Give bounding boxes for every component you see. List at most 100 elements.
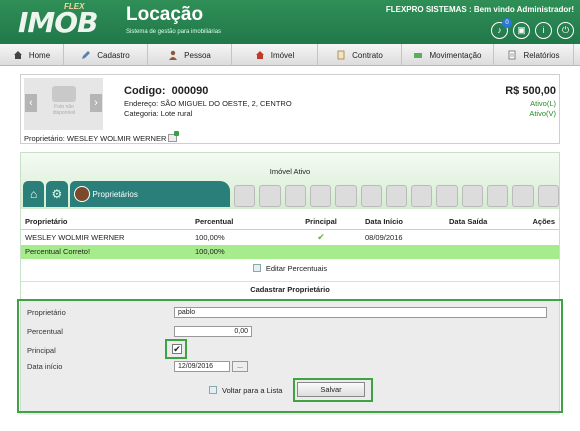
salvar-button[interactable]: Salvar [297,382,365,397]
principal-checkbox[interactable]: ✔ [172,344,182,354]
nav-item-movimentacao[interactable]: Movimentação [402,44,494,66]
nav-item-home[interactable]: Home [0,44,64,66]
data-inicio-label: Data início [27,362,63,371]
nav-item-pessoa[interactable]: Pessoa [148,44,232,66]
nav-item-imovel[interactable]: Imóvel [232,44,318,66]
list-icon [209,386,217,394]
house-icon [255,51,264,59]
header-icons: ♪ 0 ▣ i ⏻ [491,18,574,39]
camera-icon [52,86,76,102]
principal-label: Principal [27,346,56,355]
owners-table: Proprietário Percentual Principal Data I… [21,215,559,259]
tab-list[interactable] [385,185,408,207]
tab-label: Proprietários [92,189,138,199]
tab-settings[interactable]: ⚙ [46,181,68,207]
status-ativo-v: Ativo(V) [529,109,556,118]
no-photo-text: Foto não disponível [52,104,76,116]
info-icon[interactable]: i [535,22,552,39]
tab-search[interactable] [512,185,534,207]
logo: IMOB [18,6,98,39]
tab-contract[interactable] [259,185,281,207]
col-proprietario: Proprietário [21,215,191,230]
section-title: Cadastrar Proprietário [21,281,559,294]
bell-icon[interactable]: ♪ 0 [491,18,512,39]
prev-photo-button[interactable]: ‹ [25,94,37,112]
summary-label: Percentual Correto! [21,244,191,259]
property-code: Codigo: 000090 [124,85,209,97]
tab-tools[interactable] [487,185,509,207]
percent-summary-row: Percentual Correto! 100,00% [21,244,559,259]
report-icon [509,50,516,60]
logo-flex: FLEX [64,2,85,11]
gear-icon: ⚙ [51,187,63,201]
property-owner: Proprietário: WESLEY WOLMIR WERNER [24,131,180,143]
table-header-row: Proprietário Percentual Principal Data I… [21,215,559,230]
nav-item-cadastro[interactable]: Cadastro [64,44,148,66]
notification-badge: 0 [502,18,512,28]
data-inicio-input[interactable]: 12/09/2016 [174,361,230,372]
check-icon: ✔ [317,231,325,242]
status-ativo-l: Ativo(L) [530,99,556,108]
nav-label: Pessoa [184,50,211,60]
home-icon [13,51,22,59]
next-photo-button[interactable]: › [90,94,102,112]
col-principal: Principal [281,215,361,230]
tab-keys[interactable] [309,185,332,207]
panel-header: Imóvel Ativo ⌂ ⚙ Proprietários [21,153,559,209]
cell-percentual: 100,00% [195,232,225,242]
money-icon [414,53,423,58]
owner-form [21,301,559,415]
tab-home[interactable]: ⌂ [23,181,45,207]
tab-docs[interactable] [360,185,382,207]
col-data-saida: Data Saída [445,215,523,230]
app-header: IMOB FLEX Locação Sistema de gestão para… [0,0,580,44]
property-price: R$ 500,00 [505,85,556,97]
main-nav: Home Cadastro Pessoa Imóvel Contrato Mov… [0,44,580,66]
tab-chat[interactable] [335,185,357,207]
cell-data-inicio: 08/09/2016 [365,232,403,242]
date-picker-button[interactable]: ... [232,361,248,372]
nav-label: Relatórios [523,50,560,60]
col-acoes: Ações [523,215,559,230]
lock-icon[interactable]: ▣ [513,22,530,39]
edit-percentuais-link[interactable]: Editar Percentuais [21,264,559,273]
proprietario-label: Proprietário [27,308,66,317]
tab-print[interactable] [284,185,306,207]
home-icon: ⌂ [30,187,38,201]
app-subtitle: Sistema de gestão para imobiliárias [126,29,222,35]
tab-files[interactable] [537,185,559,207]
cell-acoes [523,229,559,245]
tab-calculator[interactable] [411,185,433,207]
owner-detail-icon[interactable] [168,131,180,142]
people-icon [73,186,90,202]
percentual-input[interactable]: 0,00 [174,326,252,337]
tab-people[interactable] [233,185,256,207]
property-category: Categoria: Lote rural [124,109,193,118]
proprietario-input[interactable]: pablo [174,307,547,318]
pencil-icon [82,51,91,59]
nav-item-contrato[interactable]: Contrato [318,44,402,66]
voltar-link[interactable]: Voltar para a Lista [209,386,282,395]
nav-label: Movimentação [429,50,482,60]
owners-panel: Imóvel Ativo ⌂ ⚙ Proprietários Proprietá… [20,152,560,415]
col-data-inicio: Data Início [361,215,445,230]
person-icon [169,50,178,60]
property-status: Imóvel Ativo [269,167,311,176]
nav-item-relatorios[interactable]: Relatórios [494,44,574,66]
summary-value: 100,00% [191,244,281,259]
percentual-label: Percentual [27,327,63,336]
power-icon[interactable]: ⏻ [557,22,574,39]
tab-users[interactable] [461,185,484,207]
property-photo: ‹ Foto não disponível › [24,78,103,130]
no-photo-placeholder: Foto não disponível [48,86,80,116]
tab-map[interactable] [436,185,458,207]
tab-proprietarios[interactable]: Proprietários [69,181,230,207]
cell-data-saida [445,229,523,245]
nav-label: Imóvel [270,50,295,60]
nav-label: Cadastro [97,50,130,60]
nav-label: Home [28,50,51,60]
nav-label: Contrato [352,50,383,60]
col-percentual: Percentual [191,215,281,230]
welcome-text: FLEXPRO SISTEMAS : Bem vindo Administrad… [385,5,574,14]
property-card: ‹ Foto não disponível › Codigo: 000090 E… [20,74,560,144]
